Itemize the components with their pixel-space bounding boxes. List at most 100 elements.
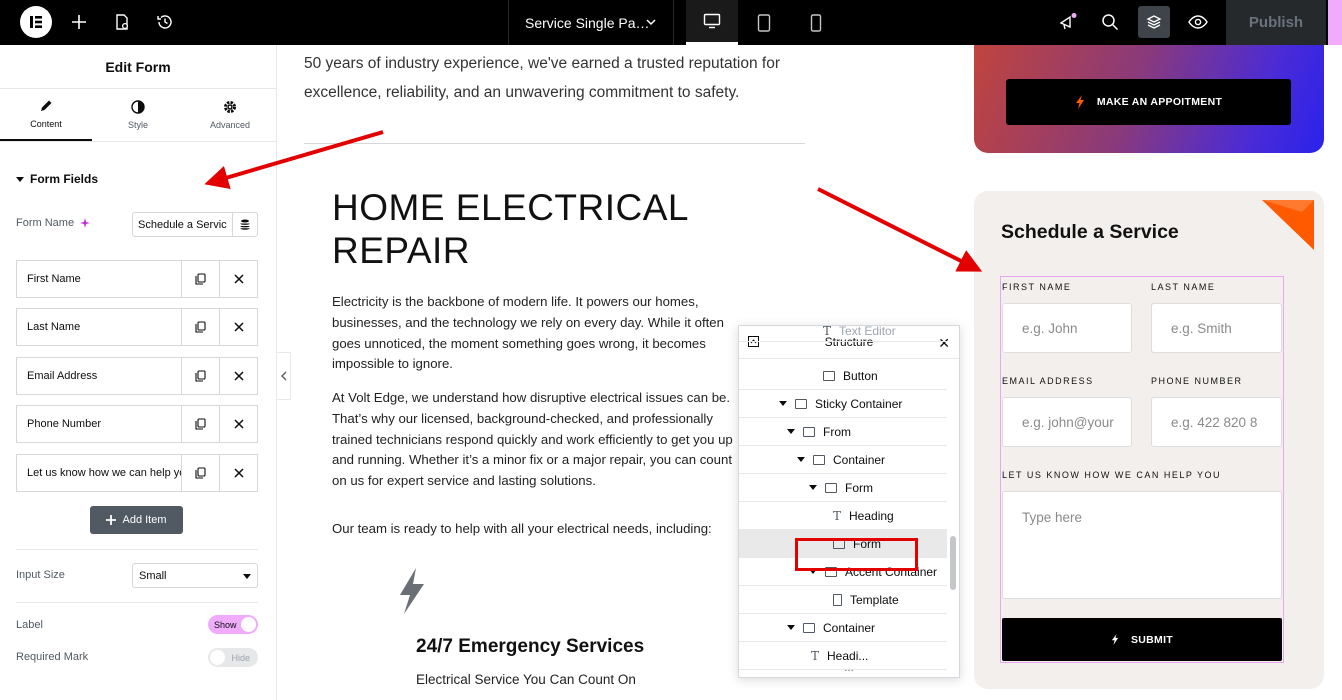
collapse-panel-handle[interactable] xyxy=(277,352,291,400)
divider xyxy=(16,549,258,550)
last-name-label: LAST NAME xyxy=(1151,282,1216,292)
message-textarea[interactable]: Type here xyxy=(1002,491,1282,599)
repeater-item[interactable]: Phone Number xyxy=(16,405,258,443)
last-name-field[interactable]: e.g. Smith xyxy=(1151,303,1282,353)
paragraph: Electricity is the backbone of modern li… xyxy=(332,294,724,372)
elementor-logo-icon[interactable] xyxy=(20,6,52,38)
chevron-down-icon xyxy=(645,15,657,31)
structure-row[interactable]: Button xyxy=(739,362,947,390)
repeater-item[interactable]: Email Address xyxy=(16,357,258,395)
paragraph: Our team is ready to help with all your … xyxy=(332,521,712,536)
make-appointment-button[interactable]: MAKE AN APPOITMENT xyxy=(1006,79,1291,125)
structure-row[interactable]: From xyxy=(739,418,947,446)
close-icon[interactable] xyxy=(219,309,257,345)
ai-sparkle-icon[interactable] xyxy=(80,218,91,228)
close-icon[interactable] xyxy=(219,406,257,442)
mobile-icon[interactable] xyxy=(790,0,842,45)
structure-row[interactable]: Form xyxy=(739,474,947,502)
layers-icon[interactable] xyxy=(1138,6,1170,38)
publish-button[interactable]: Publish xyxy=(1226,0,1326,45)
whats-new-icon[interactable] xyxy=(1056,10,1080,34)
repeater-item[interactable]: Last Name xyxy=(16,308,258,346)
content-divider xyxy=(304,143,805,144)
tab-advanced-label: Advanced xyxy=(209,120,251,130)
first-name-field[interactable]: e.g. John xyxy=(1002,303,1132,353)
plus-icon[interactable] xyxy=(67,10,91,34)
message-label: LET US KNOW HOW WE CAN HELP YOU xyxy=(1002,470,1222,480)
container-icon xyxy=(803,622,815,633)
add-item-button[interactable]: Add Item xyxy=(90,506,183,534)
repeater-item[interactable]: Let us know how we can help yo xyxy=(16,454,258,492)
duplicate-icon[interactable] xyxy=(181,455,219,491)
tab-content-label: Content xyxy=(30,119,62,129)
panel-title: Edit Form xyxy=(0,45,276,89)
label-toggle-text: Show xyxy=(214,619,237,630)
service-subtitle: Electrical Service You Can Count On xyxy=(416,672,636,687)
duplicate-icon[interactable] xyxy=(181,261,219,297)
container-icon xyxy=(825,482,837,493)
dynamic-tags-icon[interactable] xyxy=(232,213,257,236)
container-icon xyxy=(813,454,825,465)
tablet-icon[interactable] xyxy=(738,0,790,45)
form-name-label-text: Form Name xyxy=(16,217,75,229)
document-title-dropdown[interactable]: Service Single Pa… xyxy=(508,0,674,45)
caret-down-icon[interactable] xyxy=(779,401,787,406)
desktop-icon[interactable] xyxy=(686,0,738,45)
schedule-title: Schedule a Service xyxy=(1001,221,1179,243)
close-icon[interactable] xyxy=(219,358,257,394)
tab-advanced[interactable]: Advanced xyxy=(184,89,276,141)
caret-down-icon[interactable] xyxy=(787,429,795,434)
tab-content[interactable]: Content xyxy=(0,89,92,141)
required-mark-toggle[interactable]: Hide xyxy=(208,648,258,667)
caret-down-icon[interactable] xyxy=(787,625,795,630)
lightning-bolt-icon xyxy=(396,568,426,619)
email-label: EMAIL ADDRESS xyxy=(1002,376,1094,386)
structure-row[interactable]: Container xyxy=(739,446,947,474)
repeater-item-title: First Name xyxy=(27,273,81,285)
history-icon[interactable] xyxy=(153,10,177,34)
input-size-select[interactable]: Small xyxy=(132,563,258,588)
caret-down-icon[interactable] xyxy=(797,457,805,462)
lightning-bolt-icon xyxy=(1075,95,1084,109)
eye-icon[interactable] xyxy=(1186,10,1210,34)
input-size-label: Input Size xyxy=(16,569,65,581)
close-icon[interactable] xyxy=(219,455,257,491)
tab-style-label: Style xyxy=(127,120,148,130)
toggle-knob xyxy=(241,617,256,632)
structure-panel: Structure ✕ T Text Editor Button Sticky Con… xyxy=(738,325,960,678)
first-name-label: FIRST NAME xyxy=(1002,282,1072,292)
repeater-item-title: Let us know how we can help yo xyxy=(27,467,181,479)
structure-row[interactable]: T Text Editor xyxy=(739,326,947,342)
structure-row[interactable]: Container xyxy=(739,614,947,642)
label-label: Label xyxy=(16,619,43,631)
search-icon[interactable] xyxy=(1098,10,1122,34)
page-settings-icon[interactable] xyxy=(110,10,134,34)
duplicate-icon[interactable] xyxy=(181,406,219,442)
paragraph: At Volt Edge, we understand how disrupti… xyxy=(332,390,733,489)
repeater-item[interactable]: First Name xyxy=(16,260,258,298)
close-icon[interactable] xyxy=(219,261,257,297)
structure-scrollbar[interactable] xyxy=(950,536,956,590)
structure-row[interactable]: Sticky Container xyxy=(739,390,947,418)
accent-strip xyxy=(1328,0,1342,45)
form-name-input[interactable]: Schedule a Servic xyxy=(132,212,258,237)
submit-button[interactable]: SUBMIT xyxy=(1002,618,1282,661)
structure-row[interactable]: T Heading xyxy=(739,502,947,530)
form-fields-section-toggle[interactable]: Form Fields xyxy=(16,172,98,186)
label-toggle[interactable]: Show xyxy=(208,615,258,634)
tab-style[interactable]: Style xyxy=(92,89,184,141)
panel-tabs: Content Style Advanced xyxy=(0,89,276,142)
annotation-arrow xyxy=(817,187,983,272)
structure-row[interactable]: Template xyxy=(739,586,947,614)
repeater-item-title: Email Address xyxy=(27,370,98,382)
phone-field[interactable]: e.g. 422 820 8 xyxy=(1151,397,1282,447)
structure-row-label: Headi... xyxy=(827,648,869,663)
pencil-icon xyxy=(41,100,52,111)
email-field[interactable]: e.g. john@your xyxy=(1002,397,1132,447)
structure-row[interactable]: T Headi... xyxy=(739,642,947,670)
duplicate-icon[interactable] xyxy=(181,309,219,345)
duplicate-icon[interactable] xyxy=(181,358,219,394)
structure-row-label: Sticky Container xyxy=(815,396,903,411)
caret-down-icon[interactable] xyxy=(809,485,817,490)
text-element-icon: T xyxy=(811,648,820,663)
